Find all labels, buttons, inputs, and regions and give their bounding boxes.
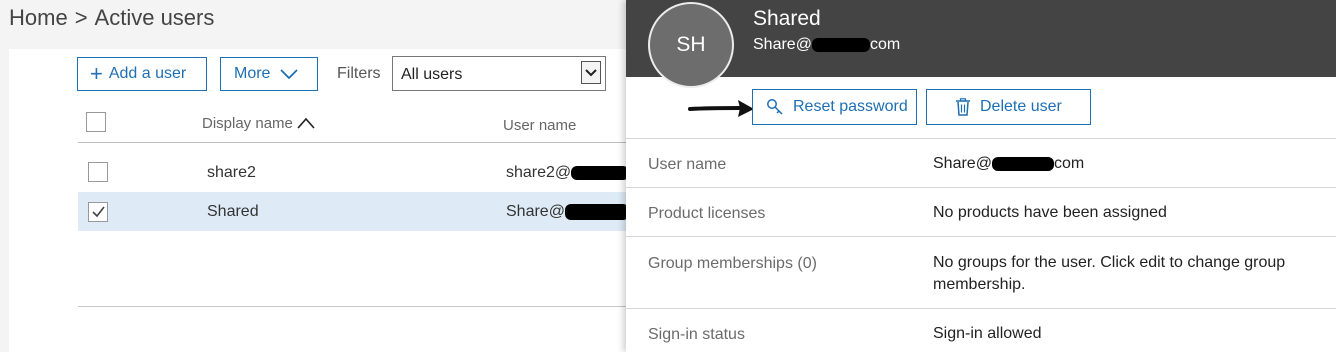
prop-label-group-memberships: Group memberships (0): [648, 255, 817, 272]
avatar: SH: [648, 2, 734, 88]
filter-select-value: All users: [401, 66, 463, 83]
prop-value-group-memberships: No groups for the user. Click edit to ch…: [933, 254, 1286, 293]
delete-user-button[interactable]: Delete user: [926, 89, 1091, 125]
prop-value-user-name-prefix: Share@: [933, 155, 992, 172]
key-icon: [767, 99, 783, 115]
more-label: More: [234, 65, 271, 82]
redaction-mark: [811, 37, 870, 52]
breadcrumb-separator: >: [74, 5, 88, 30]
row-user-name: share2@: [506, 164, 630, 182]
prop-value-sign-in-status: Sign-in allowed: [933, 325, 1042, 342]
reset-password-label: Reset password: [793, 98, 908, 115]
prop-label-product-licenses: Product licenses: [648, 205, 766, 222]
plus-icon: +: [90, 61, 103, 86]
row-checkbox[interactable]: [88, 162, 108, 182]
prop-value-user-name-suffix: com: [1053, 155, 1085, 172]
more-button[interactable]: More: [220, 57, 318, 91]
divider: [626, 187, 1336, 188]
row-user-name-text: share2@: [506, 164, 572, 181]
delete-user-label: Delete user: [980, 98, 1062, 115]
flyout-user-name: Shared: [753, 7, 821, 30]
chevron-down-icon: [280, 69, 299, 79]
caret-up-icon: [297, 117, 315, 129]
checkmark-icon: [92, 206, 105, 218]
row-display-name[interactable]: Shared: [207, 203, 259, 221]
row-user-name: Share@: [506, 203, 629, 221]
redaction-mark: [571, 165, 630, 180]
breadcrumb: Home > Active users: [9, 5, 214, 31]
table-header-divider: [78, 142, 638, 143]
annotation-arrow-icon: [688, 100, 754, 117]
reset-password-button[interactable]: Reset password: [752, 89, 917, 125]
column-header-display-name[interactable]: Display name: [202, 115, 315, 132]
prop-value-product-licenses: No products have been assigned: [933, 204, 1167, 221]
prop-label-user-name: User name: [648, 156, 727, 173]
select-all-checkbox[interactable]: [86, 112, 106, 132]
column-header-display-name-label: Display name: [202, 115, 293, 132]
trash-icon: [956, 98, 970, 116]
divider: [626, 138, 1336, 139]
row-checkbox-checked[interactable]: [88, 202, 108, 222]
breadcrumb-home[interactable]: Home: [9, 5, 68, 30]
flyout-email-suffix: com: [869, 36, 901, 53]
add-user-label: Add a user: [108, 65, 187, 82]
add-user-button[interactable]: + Add a user: [77, 57, 207, 91]
table-footer-divider: [78, 306, 638, 307]
row-user-name-text: Share@: [506, 203, 565, 220]
prop-value-user-name: Share@ com: [933, 153, 1323, 175]
row-display-name[interactable]: share2: [207, 164, 256, 182]
redaction-mark: [564, 203, 629, 220]
column-header-user-name[interactable]: User name: [503, 117, 576, 134]
filters-label: Filters: [337, 65, 381, 82]
flyout-email-prefix: Share@: [753, 36, 812, 53]
page-title: Active users: [94, 5, 215, 30]
flyout-user-email: Share@ com: [753, 36, 900, 54]
prop-label-sign-in-status: Sign-in status: [648, 326, 745, 343]
divider: [626, 236, 1336, 237]
filter-select[interactable]: All users: [392, 56, 606, 91]
divider: [626, 308, 1336, 309]
redaction-mark: [991, 156, 1054, 171]
select-arrow-icon[interactable]: [581, 61, 601, 84]
user-details-flyout: SH Shared Share@ com Reset password Delet…: [626, 0, 1336, 352]
